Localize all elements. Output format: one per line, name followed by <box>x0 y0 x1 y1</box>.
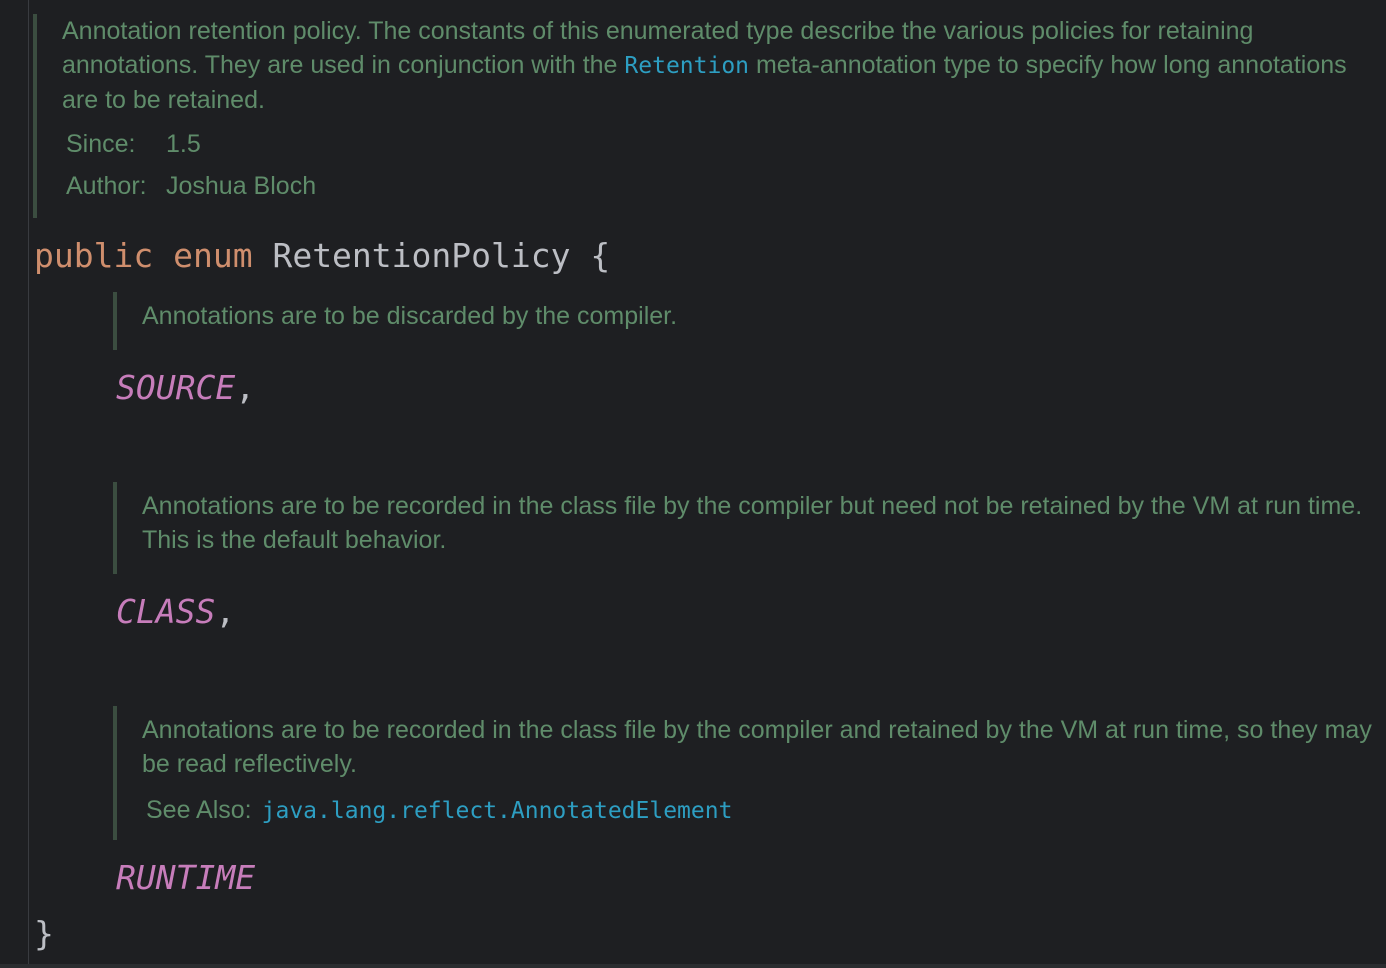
author-label: Author: <box>66 172 147 200</box>
class-separator: , <box>215 592 236 631</box>
enum-name[interactable]: RetentionPolicy <box>272 236 570 275</box>
source-javadoc-text: Annotations are to be discarded by the c… <box>142 302 678 330</box>
closing-brace-line[interactable]: } <box>34 914 54 954</box>
runtime-javadoc-text: Annotations are to be recorded in the cl… <box>142 716 1372 778</box>
source-javadoc: Annotations are to be discarded by the c… <box>113 292 1373 350</box>
class-constant-name[interactable]: CLASS <box>116 592 215 631</box>
author-row: Author: Joshua Bloch <box>66 169 1373 203</box>
runtime-javadoc: Annotations are to be recorded in the cl… <box>113 706 1375 840</box>
enum-declaration[interactable]: public enum RetentionPolicy { <box>34 236 610 276</box>
open-brace: { <box>590 236 611 275</box>
enum-constant-runtime[interactable]: RUNTIME <box>116 858 255 898</box>
class-constant-javadoc-text: Annotations are to be recorded in the cl… <box>142 492 1363 554</box>
class-constant-javadoc: Annotations are to be recorded in the cl… <box>113 482 1375 574</box>
horizontal-scrollbar-track[interactable] <box>0 964 1386 968</box>
runtime-constant-name[interactable]: RUNTIME <box>116 858 255 897</box>
class-javadoc-description: Annotation retention policy. The constan… <box>62 14 1373 117</box>
see-also-row: See Also: java.lang.reflect.AnnotatedEle… <box>146 793 1375 828</box>
annotated-element-link[interactable]: java.lang.reflect.AnnotatedElement <box>262 794 733 828</box>
class-javadoc: Annotation retention policy. The constan… <box>33 14 1373 218</box>
enum-keyword: enum <box>173 236 253 275</box>
public-keyword: public <box>34 236 154 275</box>
since-row: Since: 1.5 <box>66 127 1373 161</box>
gutter-divider <box>28 0 29 968</box>
retention-link[interactable]: Retention <box>624 53 749 79</box>
source-separator: , <box>235 368 256 407</box>
enum-constant-class[interactable]: CLASS, <box>116 592 235 632</box>
author-value: Joshua Bloch <box>166 172 317 200</box>
since-label: Since: <box>66 130 136 158</box>
enum-constant-source[interactable]: SOURCE, <box>116 368 255 408</box>
see-also-label: See Also: <box>146 796 252 824</box>
source-constant-name[interactable]: SOURCE <box>116 368 235 407</box>
since-value: 1.5 <box>166 130 201 158</box>
code-editor[interactable]: Annotation retention policy. The constan… <box>0 0 1386 968</box>
close-brace: } <box>34 914 54 953</box>
